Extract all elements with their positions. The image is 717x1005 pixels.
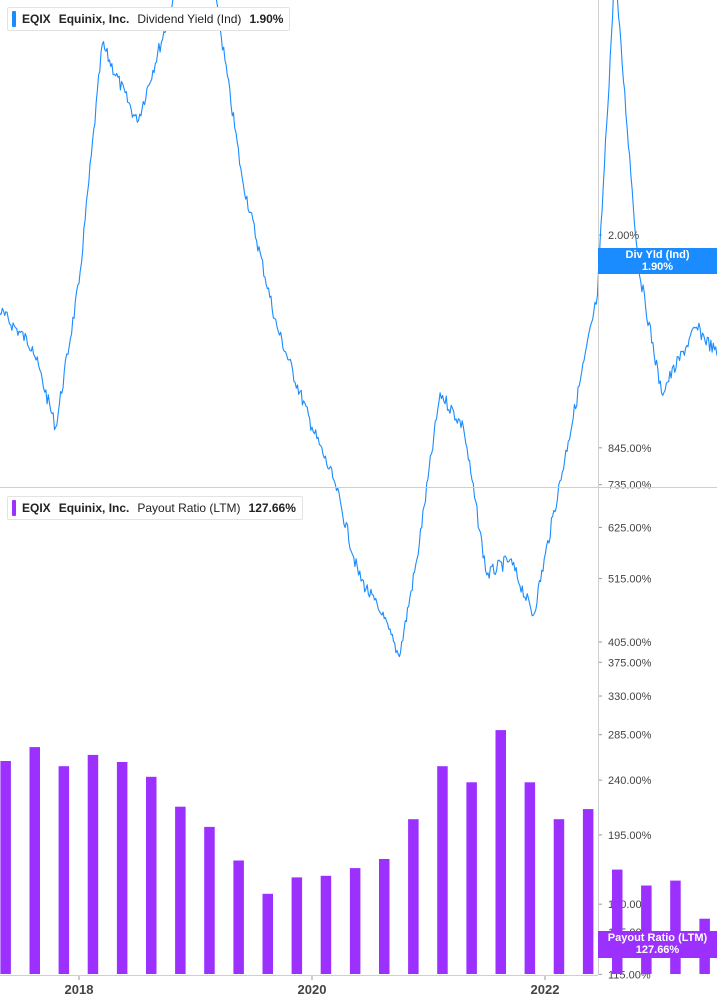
dividend-yield-series xyxy=(0,0,717,658)
y-tick-label: 330.00% xyxy=(608,691,652,703)
legend-company: Equinix, Inc. xyxy=(58,501,130,515)
top-legend[interactable]: EQIX Equinix, Inc. Dividend Yield (Ind) … xyxy=(7,7,291,31)
payout-ratio-bar xyxy=(612,869,623,974)
legend-ticker: EQIX xyxy=(22,501,51,515)
payout-ratio-bar xyxy=(116,762,128,974)
payout-ratio-bar xyxy=(262,893,273,974)
payout-ratio-bar xyxy=(379,859,390,974)
payout-ratio-bar xyxy=(641,885,652,974)
payout-ratio-bar xyxy=(553,819,565,974)
payout-ratio-bar xyxy=(524,782,536,974)
legend-ticker: EQIX xyxy=(22,12,51,26)
legend-company: Equinix, Inc. xyxy=(58,12,130,26)
legend-value: 1.90% xyxy=(249,12,284,26)
y-tick-label: 625.00% xyxy=(608,522,652,534)
x-tick-label: 2022 xyxy=(531,982,560,997)
tag-label: Div Yld (Ind) xyxy=(625,249,690,261)
series-color-swatch xyxy=(12,11,16,27)
dividend-yield-price-tag: Div Yld (Ind) 1.90% xyxy=(598,248,717,274)
legend-metric: Dividend Yield (Ind) xyxy=(137,12,242,26)
payout-ratio-bar xyxy=(175,806,186,974)
payout-ratio-bar xyxy=(582,809,594,974)
payout-ratio-bar xyxy=(204,826,215,974)
legend-metric: Payout Ratio (LTM) xyxy=(137,501,241,515)
payout-ratio-bar xyxy=(146,776,157,974)
tag-label: Payout Ratio (LTM) xyxy=(607,932,708,944)
dividend-yield-line xyxy=(0,0,717,658)
y-tick-label: 195.00% xyxy=(608,830,652,842)
y-tick-label: 735.00% xyxy=(608,480,652,492)
payout-ratio-bar xyxy=(29,747,40,974)
x-tick-label: 2020 xyxy=(298,982,327,997)
payout-ratio-bar xyxy=(437,766,448,974)
payout-ratio-bar xyxy=(233,860,244,974)
payout-ratio-bar xyxy=(320,875,332,974)
legend-value: 127.66% xyxy=(248,501,296,515)
series-color-swatch xyxy=(12,500,16,516)
payout-ratio-bar xyxy=(670,880,681,974)
payout-ratio-bar xyxy=(58,766,70,974)
payout-ratio-bar xyxy=(349,868,361,974)
payout-ratio-bar xyxy=(0,761,11,974)
payout-ratio-bar xyxy=(495,730,506,974)
y-tick-label: 515.00% xyxy=(608,574,652,586)
y-tick-label: 375.00% xyxy=(608,657,652,669)
tag-value: 127.66% xyxy=(635,944,680,956)
y-tick-label: 845.00% xyxy=(608,443,652,455)
tag-value: 1.90% xyxy=(641,261,674,273)
payout-ratio-price-tag: Payout Ratio (LTM) 127.66% xyxy=(598,931,717,958)
bottom-legend[interactable]: EQIX Equinix, Inc. Payout Ratio (LTM) 12… xyxy=(7,496,303,520)
y-tick-label: 285.00% xyxy=(608,730,652,742)
payout-ratio-bar xyxy=(408,819,419,974)
payout-ratio-bar xyxy=(291,877,303,974)
payout-ratio-bar xyxy=(466,782,477,974)
payout-ratio-bar xyxy=(87,754,99,974)
y-tick-label: 240.00% xyxy=(608,775,652,787)
x-tick-label: 2018 xyxy=(65,982,94,997)
y-tick-label: 405.00% xyxy=(608,637,652,649)
